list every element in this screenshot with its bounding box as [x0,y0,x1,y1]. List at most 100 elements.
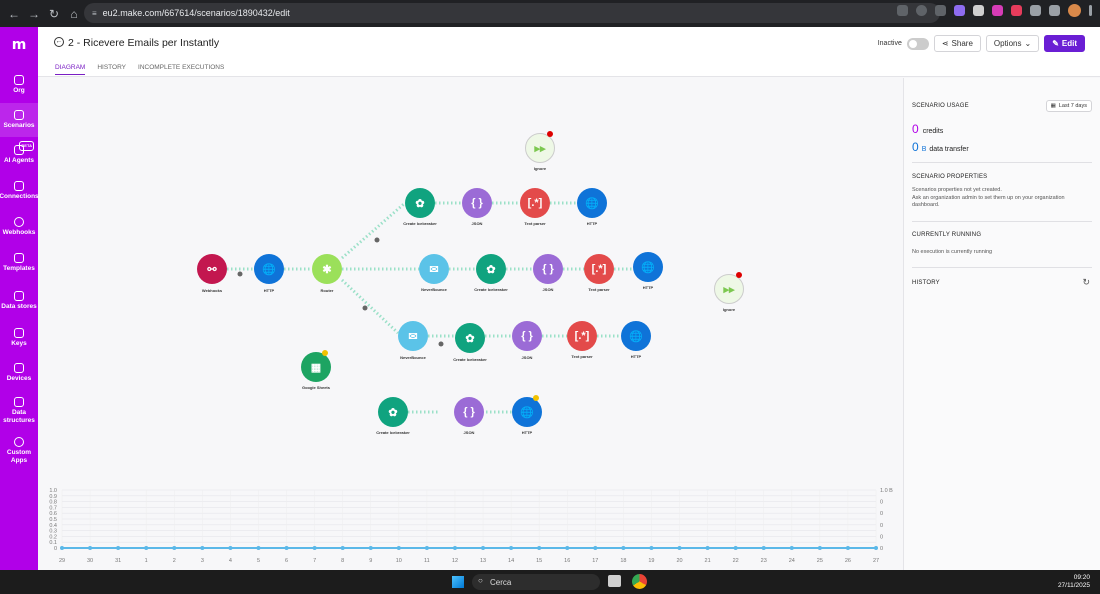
sidebar-item-data-stores[interactable]: Data stores [0,281,38,321]
node-router[interactable]: ✱ [312,254,342,284]
extension-2-icon[interactable] [973,5,984,16]
node-create-icebreaker[interactable]: ✿ [476,254,506,284]
node-http[interactable]: 🌐 [621,321,651,351]
sidebar-item-org[interactable]: Org [0,67,38,103]
home-browser-icon[interactable]: ⌂ [64,4,84,24]
sidebar-item-scenarios[interactable]: Scenarios [0,103,38,137]
node-neverbounce[interactable]: ✉ [419,254,449,284]
puzzle-icon[interactable] [1030,5,1041,16]
taskbar-search[interactable]: ○ Cerca [472,574,600,590]
sidebar-item-keys[interactable]: Keys [0,321,38,355]
sidebar-item-templates[interactable]: Templates [0,245,38,281]
node-http[interactable]: 🌐 [254,254,284,284]
node-text-parser[interactable]: [.*] [584,254,614,284]
history-title: HISTORY [912,280,940,286]
back-icon[interactable]: ← [54,37,64,47]
divider [912,221,1092,222]
data-point [312,546,317,550]
sidebar-item-data-structures[interactable]: Data structures [0,391,38,431]
cube-icon [14,397,24,407]
edit-label: Edit [1061,39,1077,48]
data-point [116,546,121,550]
x-tick-label: 31 [115,558,121,564]
sidebar-item-connections[interactable]: Connections [0,173,39,209]
profile-avatar[interactable] [1068,4,1081,17]
node-create-icebreaker[interactable]: ✿ [378,397,408,427]
x-tick-label: 21 [705,558,711,564]
node-http[interactable]: 🌐 [633,252,663,282]
data-point [509,546,514,550]
extension-4-icon[interactable] [1011,5,1022,16]
x-tick-label: 8 [341,558,344,564]
make-logo[interactable]: m [12,37,27,53]
sidebar-item-webhooks[interactable]: Webhooks [0,209,38,245]
translate-icon[interactable] [897,5,908,16]
credits-label: credits [922,128,944,135]
node-google-sheets[interactable]: ▦ [301,352,331,382]
tab-history[interactable]: HISTORY [97,64,126,75]
node-create-icebreaker[interactable]: ✿ [455,323,485,353]
search-icon: ○ [478,576,483,585]
credits-value: 0 [912,122,919,136]
edit-button[interactable]: ✎ Edit [1044,35,1085,52]
file-explorer-icon[interactable] [608,575,621,587]
tab-diagram[interactable]: DIAGRAM [55,64,86,75]
filter-dot [438,341,444,347]
data-point [144,546,149,550]
sidebar-item-custom-apps[interactable]: Custom Apps [0,431,38,471]
star-icon[interactable] [935,5,946,16]
node-neverbounce[interactable]: ✉ [398,321,428,351]
node-label: JSON [463,430,475,435]
node-text-parser[interactable]: [.*] [567,321,597,351]
date: 27/11/2025 [1057,582,1090,589]
extension-1-icon[interactable] [954,5,965,16]
back-arrow-icon[interactable]: ← [4,4,24,24]
node-json[interactable]: { } [533,254,563,284]
sidebar-item-devices[interactable]: Devices [0,355,38,391]
share-button[interactable]: ⋖ Share [933,35,981,52]
node-label: HTTP [642,285,654,290]
x-tick-label: 22 [733,558,739,564]
extension-3-icon[interactable] [992,5,1003,16]
node-webhooks[interactable]: ⚯ [197,254,227,284]
windows-start-icon[interactable] [452,576,464,588]
x-tick-label: 18 [620,558,626,564]
menu-dots-icon[interactable] [1089,5,1092,16]
reload-icon[interactable]: ↻ [44,4,64,24]
range-button[interactable]: ▦ Last 7 days [1045,100,1092,112]
error-badge [547,131,553,137]
node-text-parser[interactable]: [.*] [520,188,550,218]
activation-toggle[interactable] [906,37,929,50]
site-info-icon[interactable]: ≡ [92,9,97,18]
node-json[interactable]: { } [462,188,492,218]
node-http[interactable]: 🌐 [512,397,542,427]
node-json[interactable]: { } [512,321,542,351]
data-point [733,546,738,550]
home-icon [14,75,24,85]
forward-arrow-icon[interactable]: → [24,4,44,24]
node-http[interactable]: 🌐 [577,188,607,218]
tab-incomplete-executions[interactable]: INCOMPLETE EXECUTIONS [138,64,224,75]
refresh-icon[interactable]: ↻ [1082,277,1090,288]
phone-icon [14,363,24,373]
node-ignore[interactable]: ▸▸ [525,133,555,163]
node-label: HTTP [630,354,642,359]
sidebar-item-label: Templates [3,265,35,272]
node-label: Create Icebreaker [474,287,508,292]
sidebar-item-label: Data structures [3,409,35,424]
share-label: Share [951,39,973,48]
node-ignore[interactable]: ▸▸ [714,274,744,304]
data-point [88,546,93,550]
node-json[interactable]: { } [454,397,484,427]
diagram-canvas[interactable]: ⚯ Webhooks 🌐 HTTP ✱ Router ▸▸ Ignore ✿ C… [38,78,903,570]
scenario-title[interactable]: 2 - Ricevere Emails per Instantly [68,37,219,49]
address-bar[interactable]: ≡ eu2.make.com/667614/scenarios/1890432/… [84,3,940,23]
options-button[interactable]: Options ⌄ [985,35,1040,52]
node-create-icebreaker[interactable]: ✿ [405,188,435,218]
node-label: Ignore [722,307,736,312]
chrome-icon[interactable] [632,574,647,589]
sidepanel-icon[interactable] [1049,5,1060,16]
clock[interactable]: 09:20 27/11/2025 [1058,574,1090,590]
zoom-icon[interactable] [916,5,927,16]
sidebar-item-ai-agents[interactable]: AI Agents BETA [0,137,38,173]
